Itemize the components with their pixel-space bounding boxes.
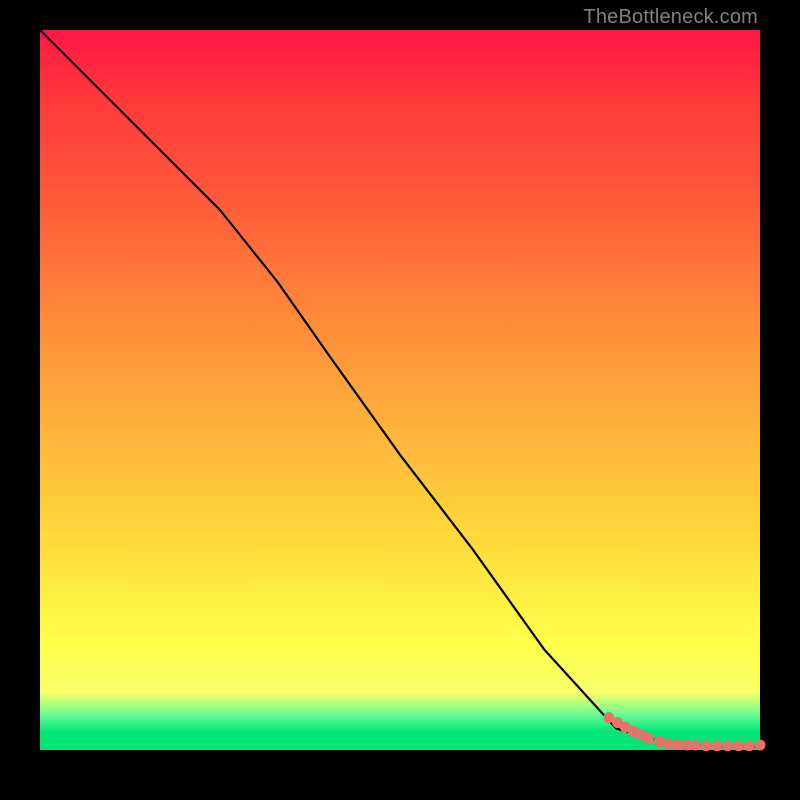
scatter-point [711, 740, 722, 751]
scatter-group [603, 712, 765, 751]
scatter-point [690, 739, 701, 750]
chart-overlay [40, 30, 760, 750]
scatter-point [662, 738, 673, 749]
scatter-point [733, 740, 744, 751]
scatter-point [672, 739, 683, 750]
chart-frame: TheBottleneck.com [0, 0, 800, 800]
watermark-text: TheBottleneck.com [583, 6, 758, 29]
scatter-point [755, 739, 766, 750]
scatter-point [744, 740, 755, 751]
scatter-point [722, 740, 733, 751]
scatter-point [643, 732, 654, 743]
scatter-point [701, 740, 712, 751]
curve-line [40, 30, 760, 746]
